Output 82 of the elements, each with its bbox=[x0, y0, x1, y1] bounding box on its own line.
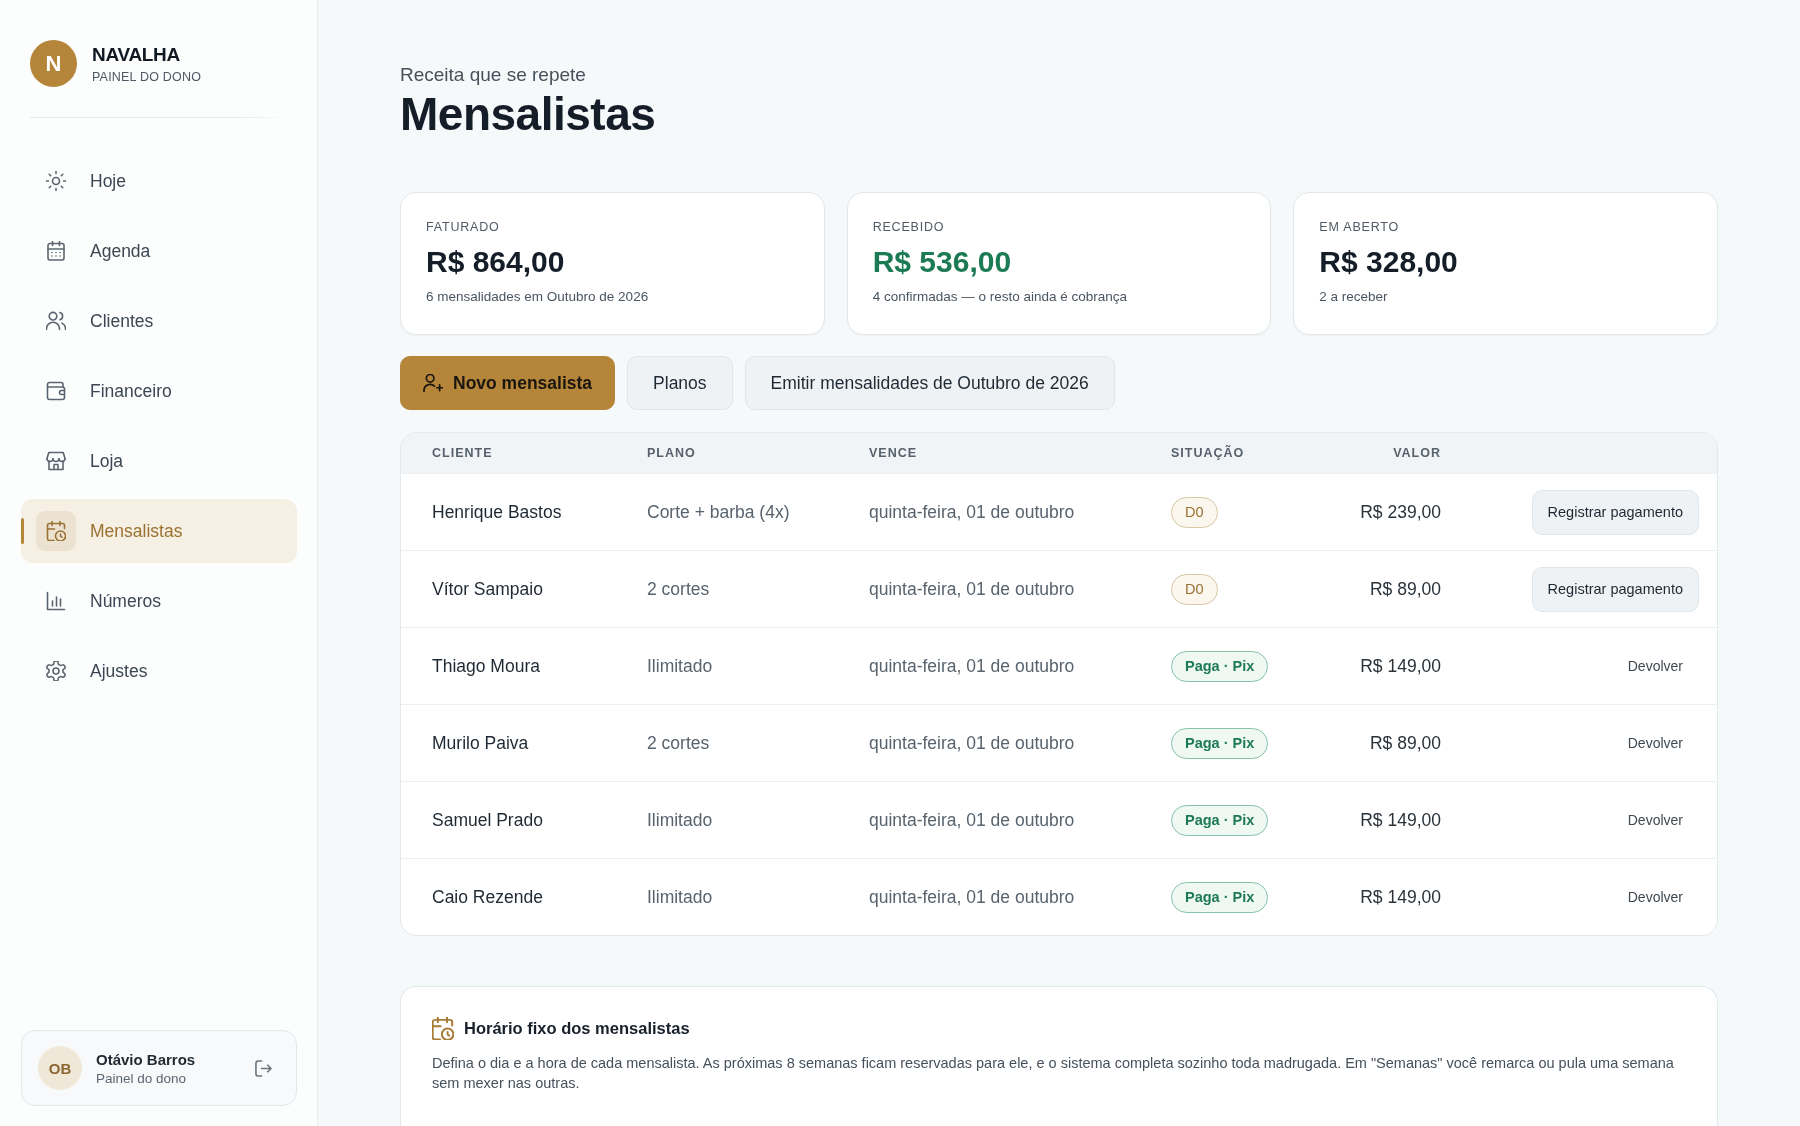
nav-item[interactable]: Loja bbox=[21, 429, 297, 493]
nav-item[interactable]: Ajustes bbox=[21, 639, 297, 703]
row-action-button[interactable]: Registrar pagamento bbox=[1531, 489, 1699, 535]
table-cell-text: quinta-feira, 01 de outubro bbox=[869, 809, 1076, 831]
avatar: OB bbox=[38, 1046, 82, 1090]
status-badge: D0 bbox=[1171, 573, 1218, 605]
table-cell: R$ 149,00 bbox=[1360, 809, 1441, 831]
stat-value: R$ 328,00 bbox=[1319, 244, 1459, 280]
table-cell: R$ 89,00 bbox=[1369, 732, 1441, 754]
stat-value: R$ 864,00 bbox=[426, 244, 566, 280]
stat-value: R$ 536,00 bbox=[872, 244, 1013, 280]
action-button[interactable]: Planos bbox=[627, 356, 733, 410]
table-cell-text: quinta-feira, 01 de outubro bbox=[869, 578, 1076, 600]
table-cell-text: quinta-feira, 01 de outubro bbox=[869, 501, 1076, 523]
table-cell: R$ 149,00 bbox=[1360, 655, 1441, 677]
table-cell-text: 2 cortes bbox=[647, 732, 711, 754]
brand-subtitle: PAINEL DO DONO bbox=[92, 69, 202, 84]
table-cell: R$ 89,00 bbox=[1369, 578, 1441, 600]
table-cell-text: Thiago Moura bbox=[432, 655, 541, 677]
stat-label: RECEBIDO bbox=[872, 220, 946, 235]
row-action-link[interactable]: Devolver bbox=[1611, 731, 1699, 755]
user-role: Painel do dono bbox=[96, 1070, 188, 1086]
section-description: Defina o dia e a hora de cada mensalista. As próximas 8 semanas ficam reservadas para ele, e o sistema completa sozinho toda madrugada. Em "Semanas" você remarca ou pula uma semana sem mexer nas outras. bbox=[432, 1054, 1675, 1093]
brand-name: NAVALHA bbox=[92, 43, 181, 66]
nav-item[interactable]: Financeiro bbox=[21, 359, 297, 423]
action-button[interactable]: Novo mensalista bbox=[400, 356, 616, 410]
table-cell-text: Vítor Sampaio bbox=[432, 578, 544, 600]
table-cell-text: Ilimitado bbox=[647, 655, 714, 677]
status-badge: Paga · Pix bbox=[1171, 727, 1269, 759]
user-plus-icon bbox=[423, 374, 443, 392]
stat-note: 6 mensalidades em Outubro de 2026 bbox=[426, 289, 650, 305]
column-header: CLIENTE bbox=[432, 446, 494, 460]
user-name: Otávio Barros bbox=[96, 1050, 196, 1068]
sun-icon bbox=[46, 171, 66, 191]
status-badge: Paga · Pix bbox=[1171, 650, 1269, 682]
action-button[interactable]: Emitir mensalidades de Outubro de 2026 bbox=[744, 356, 1115, 410]
table-cell-text: Ilimitado bbox=[647, 809, 714, 831]
status-badge: Paga · Pix bbox=[1171, 881, 1269, 913]
nav-item[interactable]: Agenda bbox=[21, 219, 297, 283]
section-title: Horário fixo dos mensalistas bbox=[464, 1019, 690, 1038]
table-cell-text: quinta-feira, 01 de outubro bbox=[869, 886, 1076, 908]
stat-note: 2 a receber bbox=[1319, 289, 1389, 305]
table-cell: R$ 239,00 bbox=[1360, 501, 1441, 523]
column-header: PLANO bbox=[647, 446, 697, 460]
row-action-button[interactable]: Registrar pagamento bbox=[1531, 566, 1699, 612]
logout-icon[interactable] bbox=[255, 1059, 272, 1077]
page-title: Mensalistas bbox=[400, 87, 657, 141]
wallet-icon bbox=[46, 381, 66, 401]
bar-chart-icon bbox=[46, 591, 66, 611]
table-cell-text: quinta-feira, 01 de outubro bbox=[869, 655, 1076, 677]
store-icon bbox=[46, 451, 66, 471]
brand-logo: N bbox=[30, 40, 77, 87]
column-header: VENCE bbox=[869, 446, 919, 460]
table-cell-text: Murilo Paiva bbox=[432, 732, 530, 754]
row-action-link[interactable]: Devolver bbox=[1611, 654, 1699, 678]
page-eyebrow: Receita que se repete bbox=[400, 63, 587, 87]
stat-label: EM ABERTO bbox=[1319, 220, 1400, 235]
nav-item[interactable]: Hoje bbox=[21, 149, 297, 213]
table-cell-text: Henrique Bastos bbox=[432, 501, 563, 523]
stat-note: 4 confirmadas — o resto ainda é cobrança bbox=[872, 289, 1129, 305]
table-cell-text: Samuel Prado bbox=[432, 809, 544, 831]
table-cell-text: Ilimitado bbox=[647, 886, 714, 908]
table-cell: R$ 149,00 bbox=[1360, 886, 1441, 908]
table-cell-text: 2 cortes bbox=[647, 578, 711, 600]
column-header: SITUAÇÃO bbox=[1171, 446, 1246, 460]
status-badge: Paga · Pix bbox=[1171, 804, 1269, 836]
table-cell-text: Caio Rezende bbox=[432, 886, 544, 908]
table-cell-text: Corte + barba (4x) bbox=[647, 501, 791, 523]
row-action-link[interactable]: Devolver bbox=[1611, 808, 1699, 832]
calendar-clock-icon bbox=[432, 1017, 454, 1040]
calendar-clock-icon bbox=[36, 511, 76, 551]
row-action-link[interactable]: Devolver bbox=[1611, 885, 1699, 909]
column-header: VALOR bbox=[1393, 446, 1441, 460]
stat-label: FATURADO bbox=[426, 220, 501, 235]
users-icon bbox=[46, 311, 66, 331]
calendar-icon bbox=[46, 241, 66, 261]
nav-item[interactable]: Clientes bbox=[21, 289, 297, 353]
nav-item[interactable]: Números bbox=[21, 569, 297, 633]
gear-icon bbox=[46, 661, 66, 681]
nav-item[interactable]: Mensalistas bbox=[21, 499, 297, 563]
status-badge: D0 bbox=[1171, 496, 1218, 528]
table-cell-text: quinta-feira, 01 de outubro bbox=[869, 732, 1076, 754]
